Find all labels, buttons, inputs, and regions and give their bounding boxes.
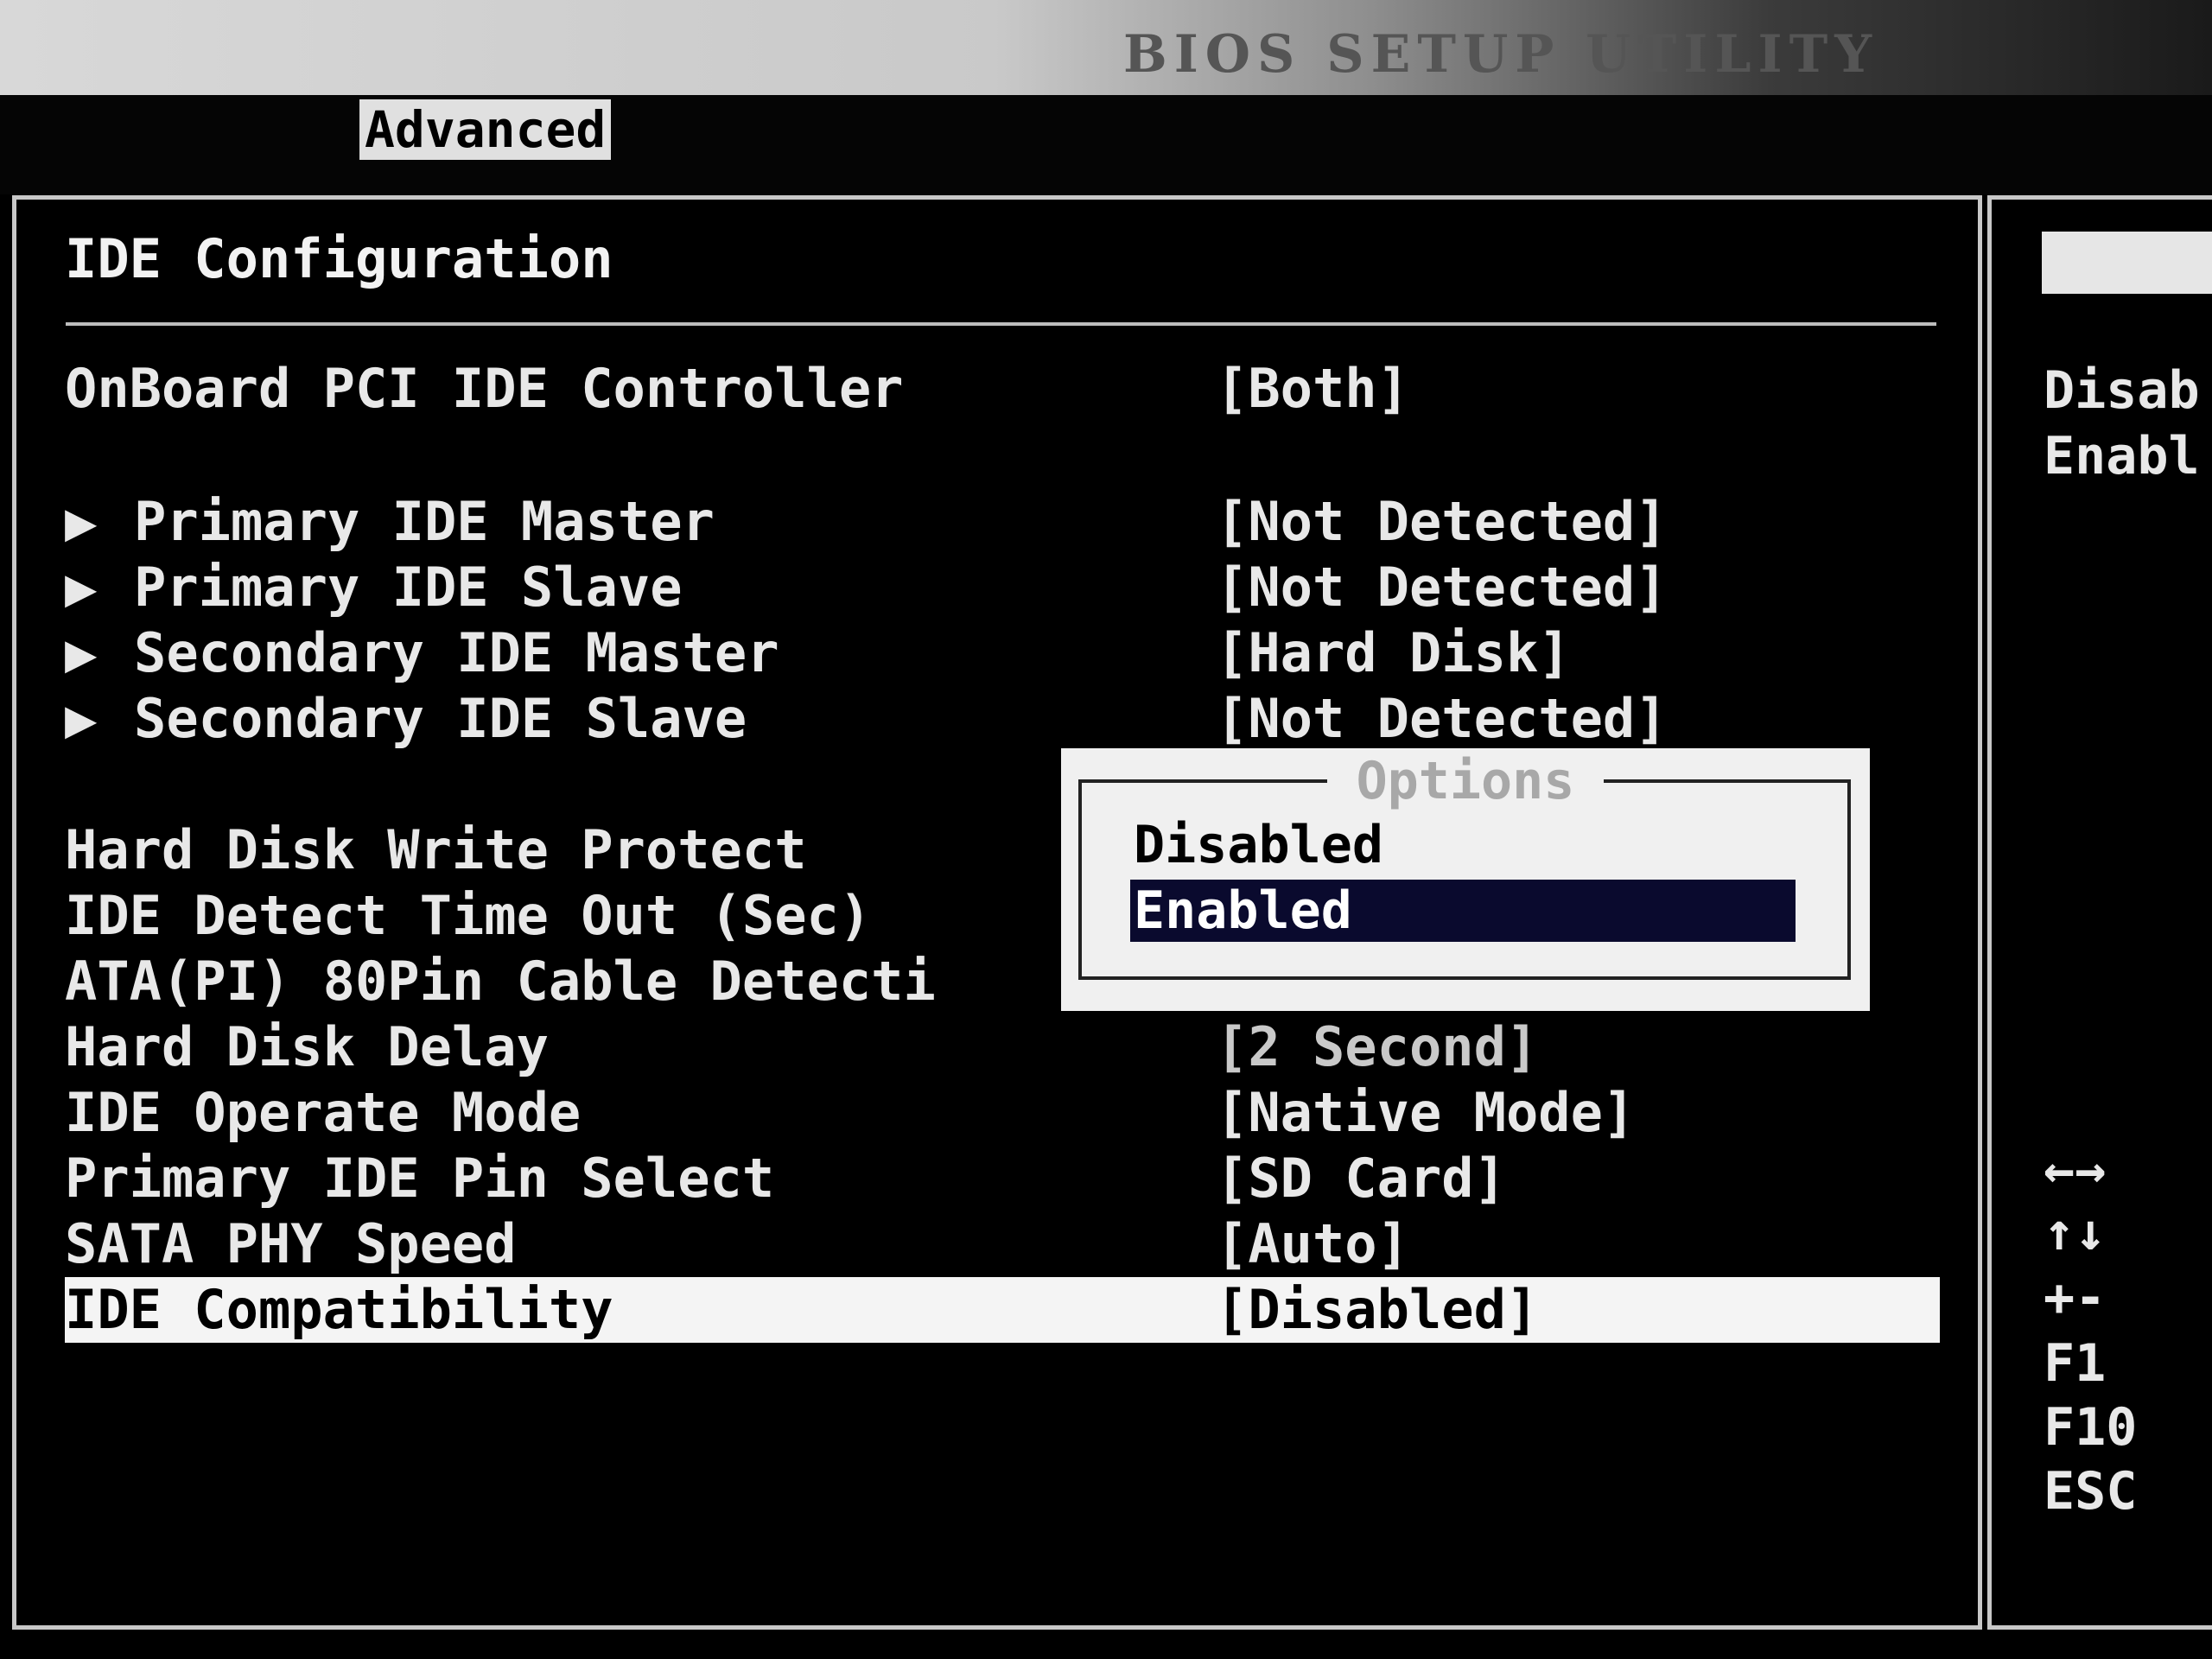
setting-label: Secondary IDE Master <box>134 621 779 684</box>
setting-value[interactable]: [SD Card] <box>1216 1146 1506 1211</box>
setting-label: IDE Compatibility <box>65 1278 613 1341</box>
setting-label: ATA(PI) 80Pin Cable Detecti <box>65 950 936 1013</box>
setting-label: Secondary IDE Slave <box>134 687 747 750</box>
submenu-arrow-icon: ▶ <box>65 490 98 553</box>
section-title: IDE Configuration <box>65 227 613 290</box>
setting-label: Hard Disk Delay <box>65 1015 549 1078</box>
key-f10: F10 <box>2044 1397 2138 1458</box>
setting-label: Primary IDE Pin Select <box>65 1147 775 1210</box>
setting-value[interactable]: [Auto] <box>1216 1211 1409 1277</box>
setting-label: IDE Operate Mode <box>65 1081 582 1144</box>
setting-label: OnBoard PCI IDE Controller <box>65 357 904 420</box>
section-divider <box>66 322 1936 326</box>
help-line: Disab <box>2044 360 2200 421</box>
key-plus-minus: +- <box>2044 1268 2107 1328</box>
setting-ide-compatibility[interactable]: IDE Compatibility [Disabled] <box>65 1277 1940 1343</box>
submenu-arrow-icon: ▶ <box>65 556 98 619</box>
submenu-arrow-icon: ▶ <box>65 687 98 750</box>
key-left-right: ←→ <box>2044 1140 2107 1200</box>
tab-advanced[interactable]: Advanced <box>359 99 612 160</box>
setting-value[interactable]: [Both] <box>1216 356 1409 422</box>
setting-label: Hard Disk Write Protect <box>65 818 807 881</box>
setting-label: Primary IDE Slave <box>134 556 683 619</box>
tab-strip <box>0 95 2212 194</box>
setting-label: Primary IDE Master <box>134 490 715 553</box>
option-disabled[interactable]: Disabled <box>1130 814 1796 876</box>
setting-ide-operate-mode[interactable]: IDE Operate Mode [Native Mode] <box>65 1080 1940 1146</box>
option-enabled[interactable]: Enabled <box>1130 880 1796 942</box>
setting-hard-disk-delay[interactable]: Hard Disk Delay [2 Second] <box>65 1014 1940 1080</box>
submenu-arrow-icon: ▶ <box>65 621 98 684</box>
title-bar: BIOS SETUP UTILITY <box>0 0 2212 95</box>
setting-value: [Not Detected] <box>1216 556 1668 619</box>
setting-value: [Hard Disk] <box>1216 621 1571 684</box>
submenu-secondary-ide-master[interactable]: ▶ Secondary IDE Master [Hard Disk] <box>65 620 1940 686</box>
key-up-down: ↑↓ <box>2044 1202 2107 1262</box>
setting-value[interactable]: [2 Second] <box>1216 1014 1538 1080</box>
setting-value: [Not Detected] <box>1216 687 1668 750</box>
setting-label: SATA PHY Speed <box>65 1212 517 1275</box>
setting-value[interactable]: [Disabled] <box>1216 1277 1538 1343</box>
setting-value: [Not Detected] <box>1216 490 1668 553</box>
submenu-secondary-ide-slave[interactable]: ▶ Secondary IDE Slave [Not Detected] <box>65 686 1940 752</box>
submenu-primary-ide-slave[interactable]: ▶ Primary IDE Slave [Not Detected] <box>65 555 1940 620</box>
setting-onboard-pci-ide-controller[interactable]: OnBoard PCI IDE Controller [Both] <box>65 356 1940 422</box>
options-popup-title: Options <box>1326 751 1605 811</box>
help-header-box <box>2042 232 2212 294</box>
setting-label: IDE Detect Time Out (Sec) <box>65 884 872 947</box>
options-popup: Options Disabled Enabled <box>1061 748 1870 1011</box>
help-line: Enabl <box>2044 426 2200 486</box>
key-esc: ESC <box>2044 1461 2138 1522</box>
setting-sata-phy-speed[interactable]: SATA PHY Speed [Auto] <box>65 1211 1940 1277</box>
setup-title: BIOS SETUP UTILITY <box>1123 24 1879 85</box>
key-f1: F1 <box>2044 1333 2107 1394</box>
setting-value[interactable]: [Native Mode] <box>1216 1080 1635 1146</box>
submenu-primary-ide-master[interactable]: ▶ Primary IDE Master [Not Detected] <box>65 489 1940 555</box>
setting-primary-ide-pin-select[interactable]: Primary IDE Pin Select [SD Card] <box>65 1146 1940 1211</box>
